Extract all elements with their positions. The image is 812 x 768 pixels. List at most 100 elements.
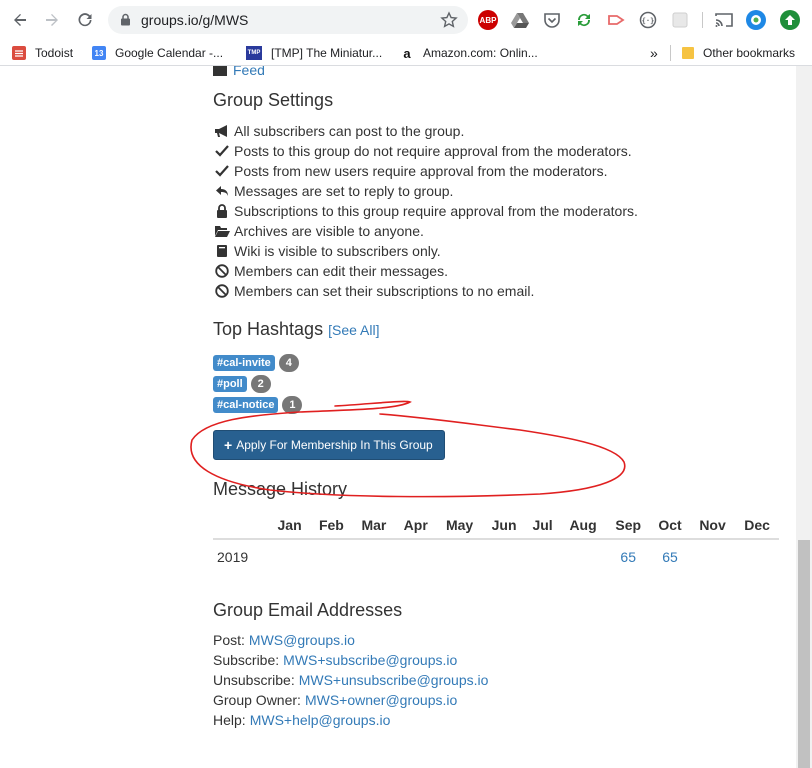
- code-icon[interactable]: {·}: [638, 10, 658, 30]
- email-row: Help: MWS+help@groups.io: [213, 710, 488, 730]
- group-email-title: Group Email Addresses: [213, 600, 403, 620]
- apply-membership-button[interactable]: + Apply For Membership In This Group: [213, 430, 445, 460]
- svg-text:{·}: {·}: [642, 17, 655, 25]
- plus-icon: +: [224, 437, 233, 453]
- hashtag-row: #cal-notice 1: [213, 394, 303, 415]
- bookmark-amazon[interactable]: a Amazon.com: Onlin...: [400, 44, 538, 62]
- history-cell: [310, 539, 352, 573]
- check-icon: [213, 163, 231, 179]
- month-header: Aug: [559, 512, 607, 540]
- hashtag-list: #cal-invite 4 #poll 2 #cal-notice 1: [213, 352, 303, 415]
- megaphone-icon: [213, 123, 231, 139]
- bookmark-google-calendar[interactable]: 13 Google Calendar -...: [92, 44, 223, 62]
- lock-icon: [213, 203, 231, 219]
- address-bar[interactable]: groups.io/g/MWS: [108, 6, 468, 34]
- setting-text: Posts to this group do not require appro…: [234, 143, 632, 159]
- bookmark-todoist[interactable]: Todoist: [12, 44, 73, 62]
- setting-item: Wiki is visible to subscribers only.: [213, 241, 638, 261]
- history-cell: [269, 539, 310, 573]
- history-header-row: Jan Feb Mar Apr May Jun Jul Aug Sep Oct …: [213, 512, 779, 540]
- email-link[interactable]: MWS+help@groups.io: [250, 712, 391, 728]
- hashtag-count-badge: 1: [282, 395, 303, 414]
- pocket-icon[interactable]: [542, 10, 562, 30]
- month-header: Mar: [352, 512, 396, 540]
- bookmark-star-icon[interactable]: [440, 11, 458, 34]
- email-link[interactable]: MWS+unsubscribe@groups.io: [299, 672, 489, 688]
- forward-arrow-icon[interactable]: [40, 8, 64, 32]
- email-label: Help:: [213, 712, 246, 728]
- page-viewport: Feed Group Settings All subscribers can …: [0, 66, 812, 768]
- bookmarks-separator: [670, 45, 671, 61]
- book-icon: [213, 243, 231, 259]
- page-scrollbar[interactable]: [796, 66, 812, 768]
- message-history-title: Message History: [213, 479, 348, 499]
- email-link[interactable]: MWS+subscribe@groups.io: [283, 652, 457, 668]
- history-cell-link[interactable]: 65: [606, 539, 650, 573]
- email-label: Subscribe:: [213, 652, 280, 668]
- history-year: 2019: [217, 548, 249, 565]
- month-header: May: [436, 512, 483, 540]
- month-header: Apr: [395, 512, 437, 540]
- hashtag-row: #cal-invite 4: [213, 352, 302, 373]
- calendar-icon: 13: [92, 46, 106, 60]
- month-header: Jul: [525, 512, 560, 540]
- settings-list: All subscribers can post to the group. P…: [213, 121, 638, 301]
- bookmarks-overflow-button[interactable]: »: [650, 44, 658, 62]
- toolbar-separator: [702, 12, 703, 28]
- hashtag-link[interactable]: #poll: [213, 375, 247, 392]
- history-cell: [735, 539, 779, 573]
- lens-icon[interactable]: [746, 10, 766, 30]
- hashtag-link[interactable]: #cal-invite: [213, 354, 275, 371]
- setting-text: Messages are set to reply to group.: [234, 183, 454, 199]
- back-arrow-icon[interactable]: [8, 8, 32, 32]
- sync-icon[interactable]: [574, 10, 594, 30]
- feed-link[interactable]: Feed: [213, 66, 265, 78]
- history-cell: [690, 539, 735, 573]
- hashtag-count-badge: 4: [278, 353, 299, 372]
- see-all-link[interactable]: [See All]: [328, 322, 379, 338]
- history-cell: [353, 539, 396, 573]
- setting-text: All subscribers can post to the group.: [234, 123, 465, 139]
- other-bookmarks[interactable]: Other bookmarks: [682, 44, 795, 62]
- bookmark-tmp[interactable]: TMP [TMP] The Miniatur...: [246, 44, 382, 62]
- email-label: Group Owner:: [213, 692, 301, 708]
- hashtag-count-badge: 2: [250, 374, 271, 393]
- reload-icon[interactable]: [73, 8, 97, 32]
- amazon-icon-label: a: [403, 45, 411, 61]
- setting-item: Posts to this group do not require appro…: [213, 141, 638, 161]
- month-header: Nov: [689, 512, 736, 540]
- bookmark-label: Google Calendar -...: [115, 46, 224, 60]
- apply-membership-label: Apply For Membership In This Group: [236, 438, 433, 452]
- year-column-header: [213, 512, 269, 540]
- other-bookmarks-label: Other bookmarks: [703, 46, 796, 60]
- month-header: Oct: [650, 512, 690, 540]
- email-link[interactable]: MWS+owner@groups.io: [305, 692, 457, 708]
- setting-item: Subscriptions to this group require appr…: [213, 201, 638, 221]
- drive-icon[interactable]: [510, 10, 530, 30]
- history-cell: [483, 539, 525, 573]
- setting-item: Archives are visible to anyone.: [213, 221, 638, 241]
- url-text: groups.io/g/MWS: [141, 12, 249, 28]
- abp-label: ABP: [479, 15, 497, 25]
- email-link[interactable]: MWS@groups.io: [249, 632, 355, 648]
- setting-text: Members can edit their messages.: [234, 263, 448, 279]
- history-cell-link[interactable]: 65: [650, 539, 690, 573]
- hashtag-link[interactable]: #cal-notice: [213, 396, 279, 413]
- history-cell: [525, 539, 560, 573]
- arrow-icon[interactable]: [606, 10, 626, 30]
- bookmark-label: Amazon.com: Onlin...: [423, 46, 538, 60]
- ban-icon: [213, 263, 231, 279]
- browser-toolbar: groups.io/g/MWS ABP {·}: [0, 0, 812, 40]
- blank-icon[interactable]: [670, 10, 690, 30]
- folder-icon: [682, 47, 694, 59]
- abp-icon[interactable]: ABP: [478, 10, 498, 30]
- tmp-icon: TMP: [246, 46, 262, 60]
- month-header: Sep: [606, 512, 651, 540]
- scrollbar-thumb[interactable]: [798, 540, 810, 768]
- lock-icon: [120, 13, 131, 31]
- setting-text: Members can set their subscriptions to n…: [234, 283, 535, 299]
- email-list: Post: MWS@groups.io Subscribe: MWS+subsc…: [213, 630, 488, 730]
- setting-item: Members can set their subscriptions to n…: [213, 281, 638, 301]
- cast-icon[interactable]: [714, 10, 734, 30]
- up-icon[interactable]: [780, 10, 800, 30]
